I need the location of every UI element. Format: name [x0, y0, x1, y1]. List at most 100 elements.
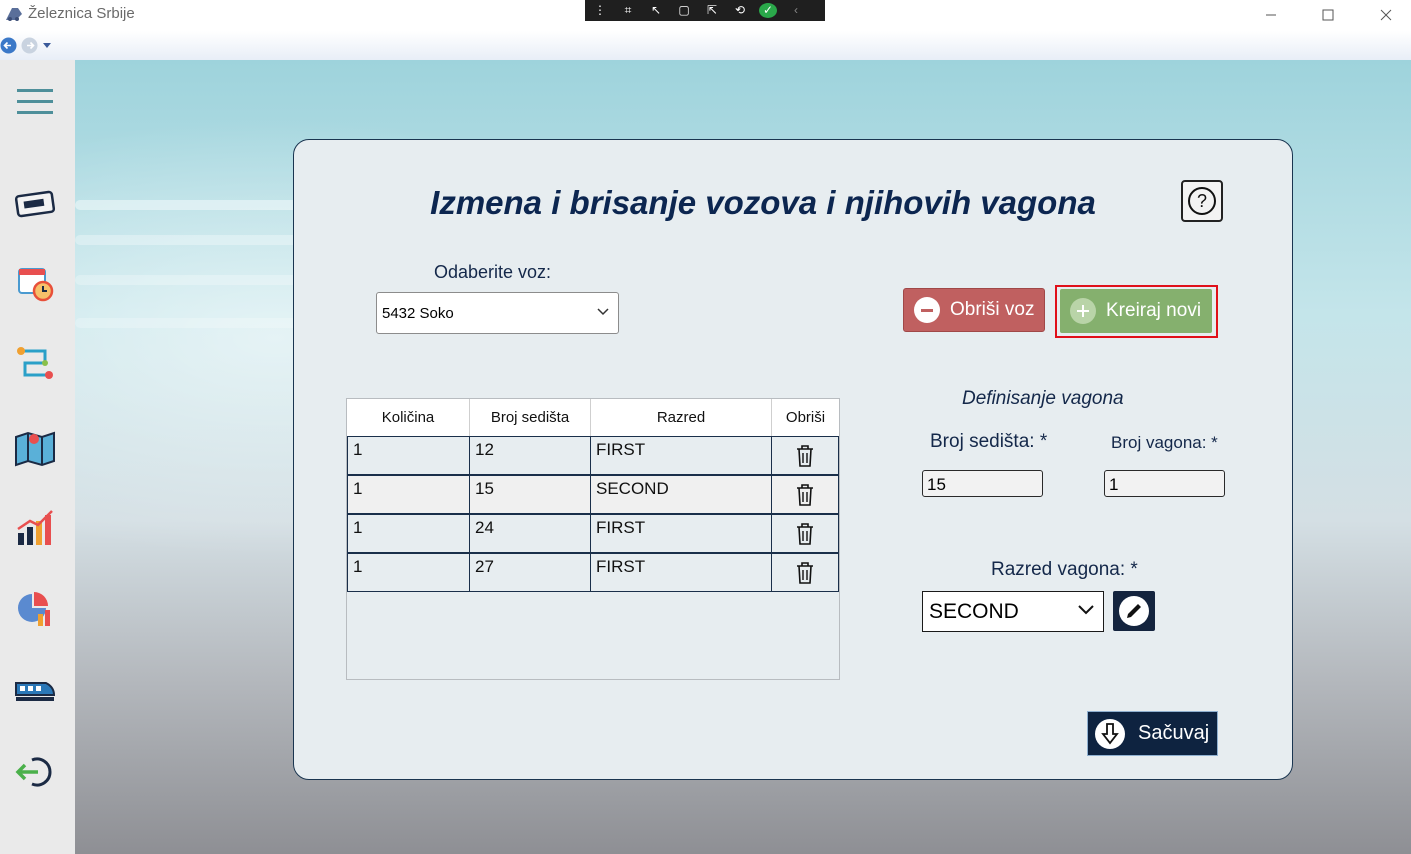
- create-new-label: Kreiraj novi: [1106, 300, 1202, 321]
- wagon-number-label: Broj vagona: *: [1111, 433, 1218, 452]
- ticket-icon: [14, 190, 56, 218]
- forward-button[interactable]: [21, 37, 38, 54]
- title-bar: Železnica Srbije ⋮ ⌗ ↖ ▢ ⇱ ⟲ ✓ ‹: [0, 0, 1411, 31]
- chevron-down-icon: [1078, 605, 1094, 615]
- help-glyph: ?: [1197, 191, 1207, 211]
- column-header-broj-sedista[interactable]: Broj sedišta: [470, 399, 591, 436]
- wagon-class-value: SECOND: [929, 600, 1019, 623]
- collapse-icon[interactable]: ‹: [787, 3, 805, 18]
- cell-razred[interactable]: FIRST: [590, 436, 772, 475]
- train-select[interactable]: 5432 Soko: [376, 292, 619, 334]
- table-row[interactable]: 1 24 FIRST: [347, 514, 839, 553]
- maximize-icon: [1322, 9, 1334, 21]
- table-row[interactable]: 1 27 FIRST: [347, 553, 839, 592]
- seats-input[interactable]: 15: [922, 470, 1043, 497]
- grip-icon: ⋮: [594, 3, 606, 17]
- cell-kolicina[interactable]: 1: [347, 436, 470, 475]
- map-icon: [15, 431, 55, 467]
- delete-row-button[interactable]: [771, 553, 839, 592]
- cell-broj-sedista[interactable]: 15: [469, 475, 591, 514]
- delete-row-button[interactable]: [771, 475, 839, 514]
- sidebar-item-reports[interactable]: [14, 589, 56, 629]
- maximize-button[interactable]: [1305, 0, 1351, 30]
- back-button[interactable]: [0, 37, 17, 54]
- sidebar-item-routes[interactable]: [14, 343, 56, 383]
- logout-icon: [15, 757, 52, 787]
- window-title: Železnica Srbije: [28, 5, 135, 22]
- wagon-class-label: Razred vagona: *: [991, 559, 1138, 580]
- sidebar-item-map[interactable]: [14, 427, 56, 467]
- close-button[interactable]: [1363, 0, 1409, 30]
- table-row[interactable]: 1 12 FIRST: [347, 436, 839, 475]
- table-row[interactable]: 1 15 SECOND: [347, 475, 839, 514]
- sidebar-item-schedule[interactable]: [14, 263, 56, 303]
- cell-kolicina[interactable]: 1: [347, 553, 470, 592]
- select-element-icon[interactable]: ⌗: [619, 3, 637, 18]
- help-button[interactable]: ?: [1181, 180, 1223, 222]
- hot-reload-icon[interactable]: ⟲: [731, 3, 749, 18]
- sidebar: [0, 60, 75, 854]
- trash-icon: [797, 522, 813, 545]
- cell-broj-sedista[interactable]: 12: [469, 436, 591, 475]
- sidebar-item-trains[interactable]: [14, 670, 56, 710]
- page-title: Izmena i brisanje vozova i njihovih vago…: [430, 184, 1096, 221]
- chevron-down-icon: [597, 308, 609, 316]
- bar-chart-icon: [17, 510, 53, 545]
- help-icon: ?: [1188, 187, 1216, 215]
- cell-kolicina[interactable]: 1: [347, 475, 470, 514]
- trash-icon: [797, 444, 813, 467]
- navigation-bar: [0, 31, 1411, 60]
- pie-chart-icon: [18, 592, 50, 626]
- train-select-value: 5432 Soko: [382, 305, 454, 322]
- edit-trains-panel: Izmena i brisanje vozova i njihovih vago…: [293, 139, 1293, 780]
- debug-toolbar: ⋮ ⌗ ↖ ▢ ⇱ ⟲ ✓ ‹: [585, 0, 825, 21]
- save-label: Sačuvaj: [1138, 722, 1210, 744]
- download-arrow-icon: [1095, 718, 1125, 749]
- cell-kolicina[interactable]: 1: [347, 514, 470, 553]
- cell-broj-sedista[interactable]: 24: [469, 514, 591, 553]
- cell-razred[interactable]: FIRST: [590, 514, 772, 553]
- plus-circle-icon: [1070, 298, 1096, 324]
- column-header-razred[interactable]: Razred: [591, 399, 772, 436]
- cell-razred[interactable]: SECOND: [590, 475, 772, 514]
- status-ok-icon: ✓: [759, 3, 777, 18]
- minimize-icon: [1266, 14, 1276, 16]
- delete-row-button[interactable]: [771, 514, 839, 553]
- save-button[interactable]: Sačuvaj: [1087, 711, 1218, 756]
- trash-icon: [797, 483, 813, 506]
- column-header-kolicina[interactable]: Količina: [347, 399, 470, 436]
- wagon-number-input[interactable]: 1: [1104, 470, 1225, 497]
- delete-train-label: Obriši voz: [950, 299, 1035, 320]
- sidebar-item-statistics[interactable]: [14, 507, 56, 547]
- minimize-button[interactable]: [1248, 0, 1294, 30]
- train-select-label: Odaberite voz:: [434, 262, 552, 282]
- history-dropdown-icon[interactable]: [43, 43, 51, 49]
- layout-adorner-icon[interactable]: ▢: [675, 3, 693, 18]
- close-icon: [1380, 9, 1392, 21]
- cell-razred[interactable]: FIRST: [590, 553, 772, 592]
- delete-row-button[interactable]: [771, 436, 839, 475]
- train-logo-icon: [6, 8, 22, 21]
- minus-circle-icon: [914, 297, 940, 323]
- pointer-icon[interactable]: ↖: [647, 3, 665, 18]
- delete-train-button[interactable]: Obriši voz: [903, 288, 1045, 332]
- sidebar-item-logout[interactable]: [14, 752, 56, 792]
- track-focus-icon[interactable]: ⇱: [703, 3, 721, 18]
- train-icon: [15, 682, 56, 701]
- trash-icon: [797, 561, 813, 584]
- cell-broj-sedista[interactable]: 27: [469, 553, 591, 592]
- edit-wagon-button[interactable]: [1113, 591, 1155, 631]
- pencil-icon: [1119, 596, 1149, 626]
- table-header: Količina Broj sedišta Razred Obriši: [347, 399, 839, 437]
- sidebar-item-tickets[interactable]: [14, 183, 56, 223]
- column-header-obrisi[interactable]: Obriši: [772, 399, 839, 436]
- menu-icon: [17, 89, 53, 114]
- calendar-clock-icon: [18, 268, 54, 302]
- route-icon: [17, 347, 53, 379]
- wagons-table: Količina Broj sedišta Razred Obriši 1 12…: [346, 398, 840, 680]
- wagon-class-select[interactable]: SECOND: [922, 591, 1104, 632]
- wagon-form-title: Definisanje vagona: [962, 388, 1124, 409]
- sidebar-item-menu[interactable]: [14, 82, 56, 122]
- seats-label: Broj sedišta: *: [930, 431, 1048, 452]
- create-new-button[interactable]: Kreiraj novi: [1060, 289, 1212, 333]
